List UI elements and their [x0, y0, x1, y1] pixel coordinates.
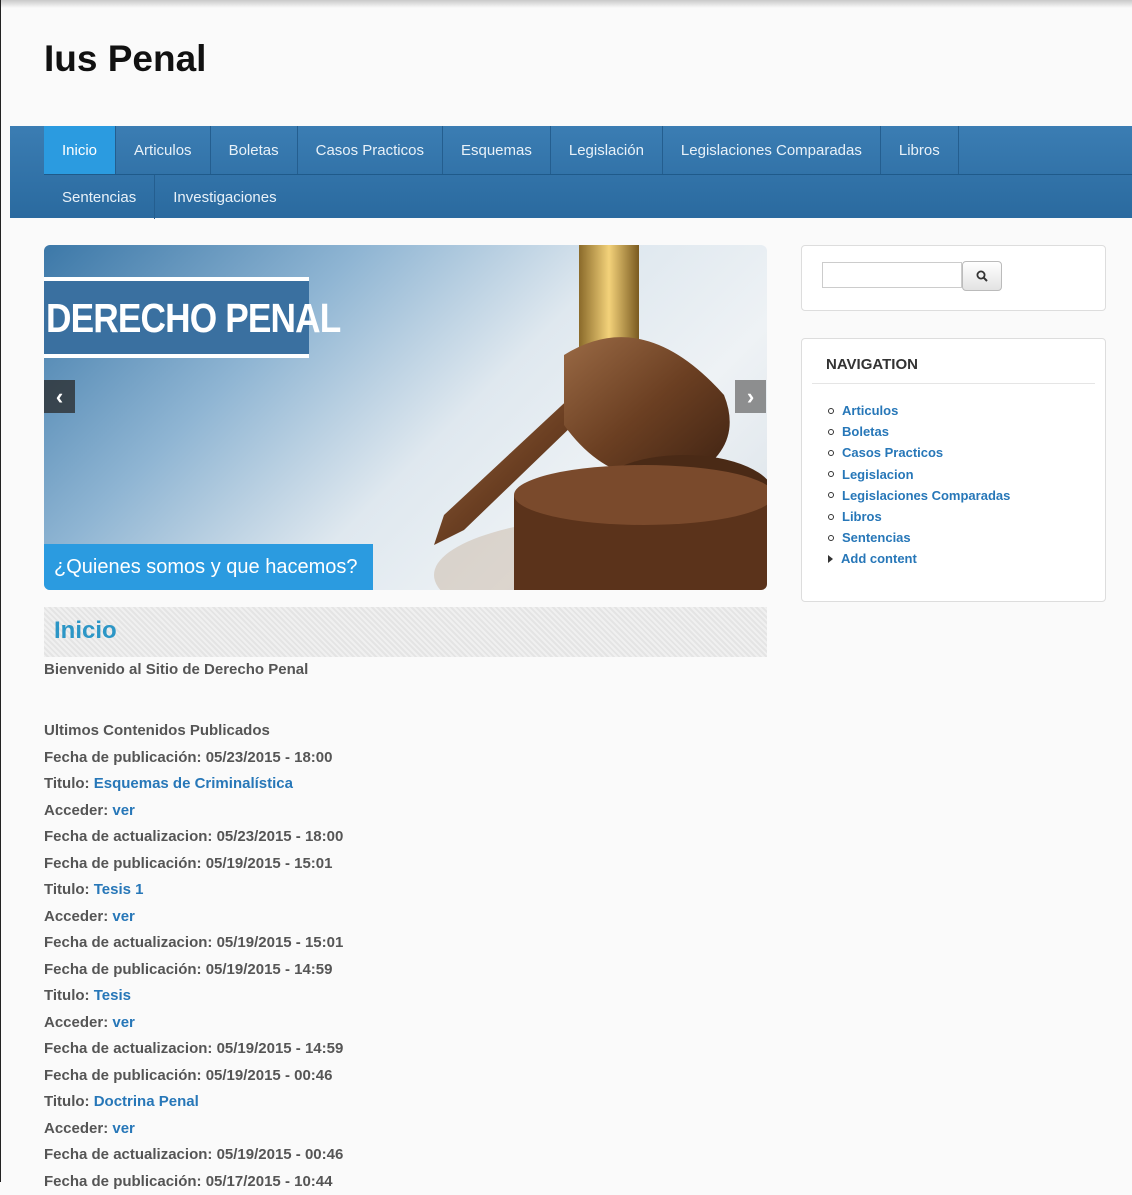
nav-link-legislacion[interactable]: Legislacion: [842, 464, 914, 485]
navigation-block: NAVIGATION Articulos Boletas Casos Pract…: [801, 338, 1106, 602]
main-navigation: Inicio Articulos Boletas Casos Practicos…: [10, 126, 1132, 218]
entry-access: Acceder: ver: [44, 1116, 343, 1143]
nav-list-item: Legislacion: [826, 464, 1010, 485]
bullet-icon: [828, 450, 834, 456]
search-button[interactable]: [962, 261, 1002, 291]
entry-published: Fecha de publicación: 05/23/2015 - 18:00: [44, 745, 343, 772]
entry-access-link[interactable]: ver: [112, 802, 135, 819]
nav-item-libros[interactable]: Libros: [881, 126, 959, 174]
nav-item-inicio[interactable]: Inicio: [44, 126, 116, 174]
entry-updated: Fecha de actualizacion: 05/19/2015 - 15:…: [44, 930, 343, 957]
top-shadow: [0, 0, 1132, 8]
bullet-icon: [828, 492, 834, 498]
nav-list-item: Add content: [826, 548, 1010, 569]
page-title: Inicio: [54, 617, 117, 645]
nav-item-articulos[interactable]: Articulos: [116, 126, 211, 174]
nav-list-item: Boletas: [826, 421, 1010, 442]
window-left-edge: [0, 0, 1, 1182]
nav-list-item: Casos Practicos: [826, 442, 1010, 463]
entry-title: Titulo: Doctrina Penal: [44, 1089, 343, 1116]
nav-list-item: Sentencias: [826, 527, 1010, 548]
entry-access: Acceder: ver: [44, 1010, 343, 1037]
bullet-icon: [828, 471, 834, 477]
nav-link-legislaciones-comparadas[interactable]: Legislaciones Comparadas: [842, 485, 1010, 506]
nav-list-item: Libros: [826, 506, 1010, 527]
nav-item-sentencias[interactable]: Sentencias: [44, 175, 155, 219]
entry-published: Fecha de publicación: 05/19/2015 - 00:46: [44, 1063, 343, 1090]
entry-published: Fecha de publicación: 05/19/2015 - 14:59: [44, 957, 343, 984]
entry-title: Titulo: Esquemas de Criminalística: [44, 771, 343, 798]
navigation-list: Articulos Boletas Casos Practicos Legisl…: [826, 400, 1010, 570]
bullet-icon: [828, 535, 834, 541]
entry-title-link[interactable]: Tesis 1: [94, 881, 144, 898]
entry-title: Titulo: Tesis 1: [44, 877, 343, 904]
page-title-bar: Inicio: [44, 607, 767, 657]
nav-link-articulos[interactable]: Articulos: [842, 400, 898, 421]
nav-link-boletas[interactable]: Boletas: [842, 421, 889, 442]
nav-item-esquemas[interactable]: Esquemas: [443, 126, 551, 174]
nav-item-investigaciones[interactable]: Investigaciones: [155, 175, 294, 219]
entry-access-link[interactable]: ver: [112, 1014, 135, 1031]
chevron-right-icon: ›: [747, 384, 754, 410]
section-heading: Ultimos Contenidos Publicados: [44, 718, 343, 745]
nav-link-casos-practicos[interactable]: Casos Practicos: [842, 442, 943, 463]
search-input[interactable]: [822, 262, 962, 288]
chevron-left-icon: ‹: [56, 384, 63, 410]
entry-updated: Fecha de actualizacion: 05/19/2015 - 14:…: [44, 1036, 343, 1063]
entry-updated: Fecha de actualizacion: 05/23/2015 - 18:…: [44, 824, 343, 851]
entry-title: Titulo: Tesis: [44, 983, 343, 1010]
entry-updated: Fecha de actualizacion: 05/19/2015 - 00:…: [44, 1142, 343, 1169]
entry-published: Fecha de publicación: 05/19/2015 - 15:01: [44, 851, 343, 878]
nav-list-item: Legislaciones Comparadas: [826, 485, 1010, 506]
slider-caption-link[interactable]: ¿Quienes somos y que hacemos?: [44, 544, 373, 590]
nav-item-boletas[interactable]: Boletas: [211, 126, 298, 174]
search-icon: [976, 270, 988, 282]
slider-heading: DERECHO PENAL: [46, 295, 340, 342]
slider-next-button[interactable]: ›: [735, 380, 766, 413]
nav-item-casos-practicos[interactable]: Casos Practicos: [298, 126, 443, 174]
nav-link-add-content[interactable]: Add content: [841, 548, 917, 569]
entry-title-link[interactable]: Tesis: [94, 987, 131, 1004]
nav-link-sentencias[interactable]: Sentencias: [842, 527, 911, 548]
entry-access-link[interactable]: ver: [112, 1120, 135, 1137]
entry-access: Acceder: ver: [44, 798, 343, 825]
heading-top-rule: [44, 277, 309, 281]
main-nav-row-1: Inicio Articulos Boletas Casos Practicos…: [44, 126, 959, 174]
search-block: [801, 245, 1106, 311]
slider-prev-button[interactable]: ‹: [44, 380, 75, 413]
divider: [812, 383, 1095, 384]
main-nav-row-2: Sentencias Investigaciones: [44, 174, 1132, 219]
site-title[interactable]: Ius Penal: [44, 38, 206, 80]
heading-bottom-rule: [44, 354, 309, 358]
entry-title-link[interactable]: Doctrina Penal: [94, 1093, 199, 1110]
nav-list-item: Articulos: [826, 400, 1010, 421]
nav-item-legislacion[interactable]: Legislación: [551, 126, 663, 174]
welcome-text: Bienvenido al Sitio de Derecho Penal: [44, 660, 308, 680]
latest-content-list: Ultimos Contenidos Publicados Fecha de p…: [44, 718, 343, 1195]
entry-access: Acceder: ver: [44, 904, 343, 931]
entry-title-link[interactable]: Esquemas de Criminalística: [94, 775, 293, 792]
bullet-icon: [828, 408, 834, 414]
entry-access-link[interactable]: ver: [112, 908, 135, 925]
bullet-icon: [828, 514, 834, 520]
bullet-icon: [828, 429, 834, 435]
triangle-right-icon: [828, 555, 833, 563]
image-slider: DERECHO PENAL ‹ › ¿Quienes somos y que h…: [44, 245, 767, 590]
navigation-block-title: NAVIGATION: [826, 356, 918, 373]
nav-link-libros[interactable]: Libros: [842, 506, 882, 527]
nav-item-legislaciones-comparadas[interactable]: Legislaciones Comparadas: [663, 126, 881, 174]
